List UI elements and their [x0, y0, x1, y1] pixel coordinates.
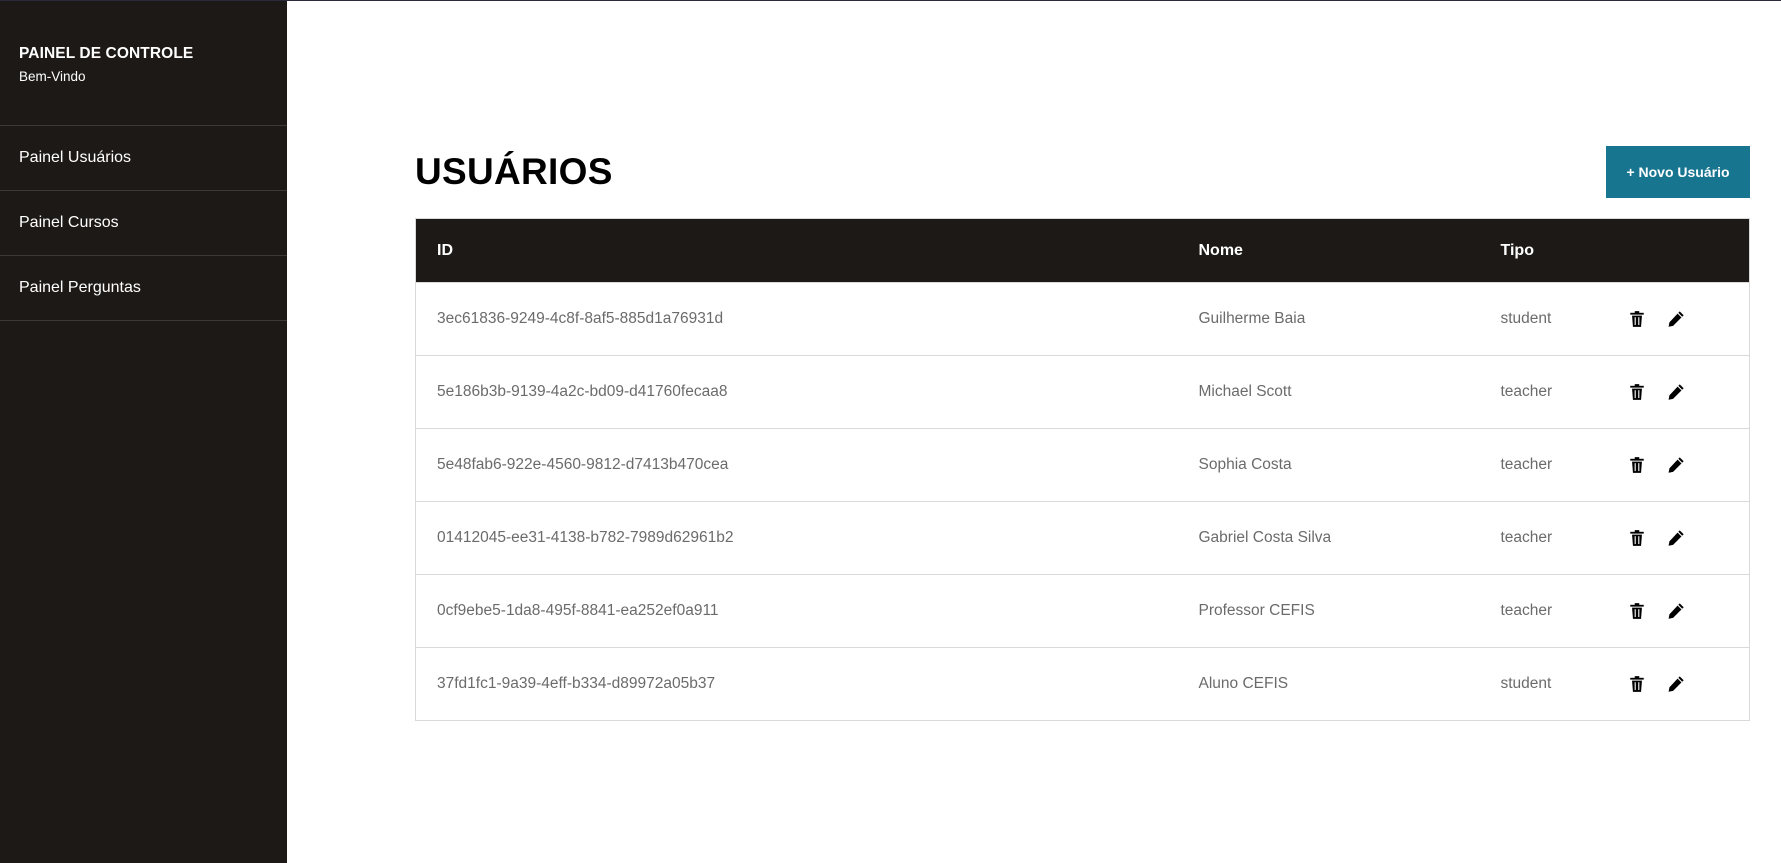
pencil-icon[interactable]	[1667, 383, 1685, 401]
sidebar-title: PAINEL DE CONTROLE	[19, 45, 194, 62]
page-title: USUÁRIOS	[415, 151, 613, 192]
cell-actions	[1619, 282, 1750, 356]
table-body: 3ec61836-9249-4c8f-8af5-885d1a76931d Gui…	[415, 282, 1750, 721]
cell-nome: Sophia Costa	[1177, 428, 1480, 502]
sidebar-nav: Painel Usuários Painel Cursos Painel Per…	[0, 126, 287, 321]
column-header-tipo: Tipo	[1500, 241, 1534, 259]
users-table: ID Nome Tipo 3ec61836-9249-4c8f-8af5-885…	[415, 218, 1750, 721]
cell-id: 3ec61836-9249-4c8f-8af5-885d1a76931d	[415, 282, 1178, 356]
column-header-actions	[1620, 219, 1750, 283]
new-user-button[interactable]: + Novo Usuário	[1606, 146, 1750, 198]
table-row: 5e186b3b-9139-4a2c-bd09-d41760fecaa8 Mic…	[415, 355, 1750, 429]
main-content: USUÁRIOS + Novo Usuário ID Nome Tipo 3ec…	[415, 146, 1750, 721]
pencil-icon[interactable]	[1667, 310, 1685, 328]
cell-tipo: teacher	[1479, 355, 1620, 429]
cell-tipo: student	[1479, 282, 1620, 356]
pencil-icon[interactable]	[1667, 675, 1685, 693]
cell-nome: Michael Scott	[1177, 355, 1480, 429]
cell-id: 0cf9ebe5-1da8-495f-8841-ea252ef0a911	[415, 574, 1178, 648]
cell-tipo: teacher	[1479, 428, 1620, 502]
cell-actions	[1619, 355, 1750, 429]
trash-icon[interactable]	[1628, 675, 1646, 693]
cell-actions	[1619, 647, 1750, 721]
sidebar: PAINEL DE CONTROLE Bem-Vindo Painel Usuá…	[0, 1, 287, 863]
pencil-icon[interactable]	[1667, 602, 1685, 620]
trash-icon[interactable]	[1628, 310, 1646, 328]
cell-id: 37fd1fc1-9a39-4eff-b334-d89972a05b37	[415, 647, 1178, 721]
cell-tipo: teacher	[1479, 501, 1620, 575]
table-row: 37fd1fc1-9a39-4eff-b334-d89972a05b37 Alu…	[415, 647, 1750, 721]
sidebar-item-cursos[interactable]: Painel Cursos	[0, 191, 287, 256]
table-row: 3ec61836-9249-4c8f-8af5-885d1a76931d Gui…	[415, 282, 1750, 356]
cell-actions	[1619, 501, 1750, 575]
cell-actions	[1619, 428, 1750, 502]
pencil-icon[interactable]	[1667, 529, 1685, 547]
cell-tipo: teacher	[1479, 574, 1620, 648]
table-row: 5e48fab6-922e-4560-9812-d7413b470cea Sop…	[415, 428, 1750, 502]
table-row: 0cf9ebe5-1da8-495f-8841-ea252ef0a911 Pro…	[415, 574, 1750, 648]
table-header-row: ID Nome Tipo	[415, 218, 1750, 283]
cell-tipo: student	[1479, 647, 1620, 721]
pencil-icon[interactable]	[1667, 456, 1685, 474]
trash-icon[interactable]	[1628, 383, 1646, 401]
page-header: USUÁRIOS + Novo Usuário	[415, 146, 1750, 218]
cell-actions	[1619, 574, 1750, 648]
sidebar-subtitle: Bem-Vindo	[19, 69, 86, 84]
column-header-nome: Nome	[1198, 241, 1243, 259]
trash-icon[interactable]	[1628, 529, 1646, 547]
cell-nome: Guilherme Baia	[1177, 282, 1480, 356]
cell-nome: Gabriel Costa Silva	[1177, 501, 1480, 575]
column-header-id: ID	[437, 241, 453, 259]
cell-id: 01412045-ee31-4138-b782-7989d62961b2	[415, 501, 1178, 575]
cell-nome: Aluno CEFIS	[1177, 647, 1480, 721]
cell-id: 5e186b3b-9139-4a2c-bd09-d41760fecaa8	[415, 355, 1178, 429]
sidebar-item-perguntas[interactable]: Painel Perguntas	[0, 256, 287, 321]
sidebar-header: PAINEL DE CONTROLE Bem-Vindo	[0, 1, 287, 126]
cell-id: 5e48fab6-922e-4560-9812-d7413b470cea	[415, 428, 1178, 502]
trash-icon[interactable]	[1628, 602, 1646, 620]
cell-nome: Professor CEFIS	[1177, 574, 1480, 648]
trash-icon[interactable]	[1628, 456, 1646, 474]
table-header: ID Nome Tipo	[415, 218, 1750, 283]
sidebar-item-usuarios[interactable]: Painel Usuários	[0, 126, 287, 191]
table-row: 01412045-ee31-4138-b782-7989d62961b2 Gab…	[415, 501, 1750, 575]
